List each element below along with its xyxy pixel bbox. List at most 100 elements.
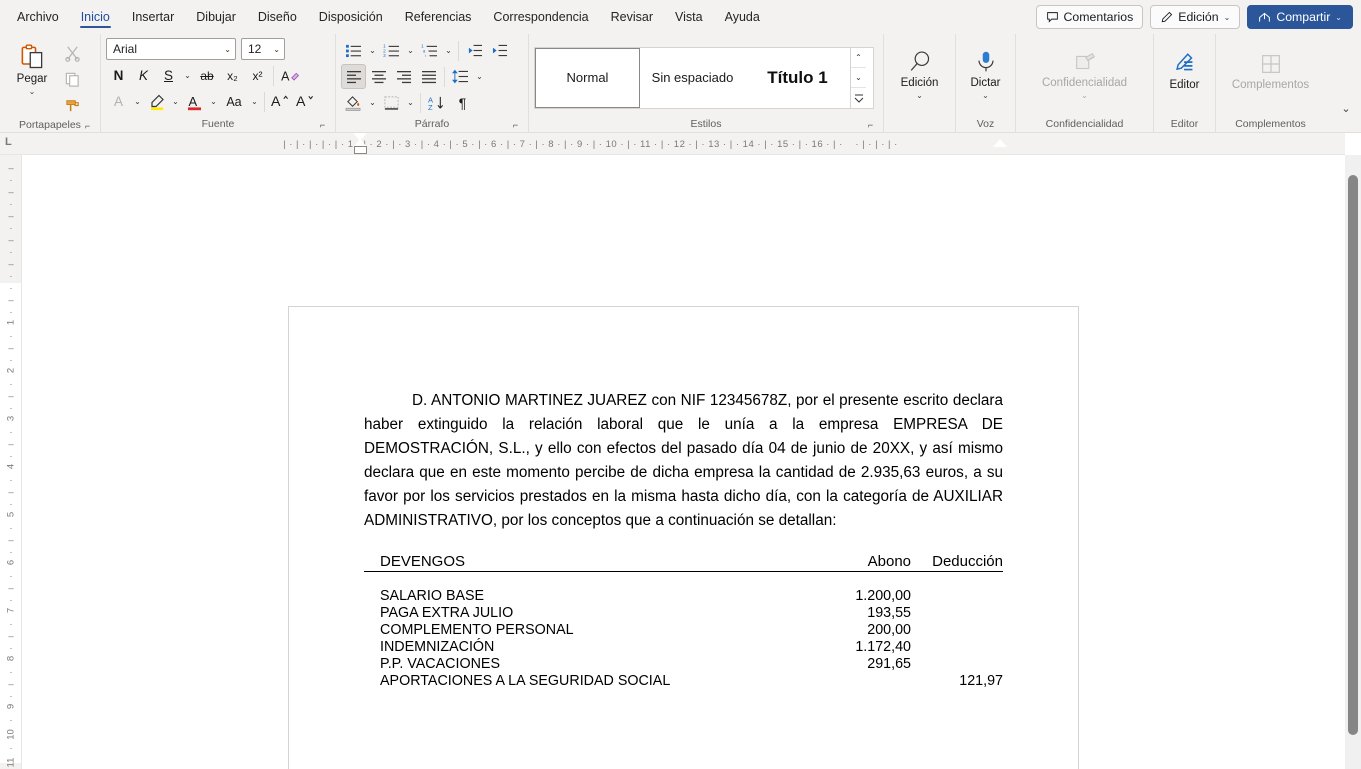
addins-button[interactable]: Complementos xyxy=(1221,48,1320,92)
bold-button[interactable]: N xyxy=(106,63,131,88)
justify-button[interactable] xyxy=(416,64,441,89)
tab-dibujar[interactable]: Dibujar xyxy=(185,5,247,30)
decrease-indent-button[interactable] xyxy=(462,38,487,63)
align-right-button[interactable] xyxy=(391,64,416,89)
tab-disposicion[interactable]: Disposición xyxy=(308,5,394,30)
chevron-down-icon: ⌄ xyxy=(1223,12,1231,22)
shrink-font-button[interactable]: A xyxy=(293,89,318,114)
left-indent-marker[interactable] xyxy=(354,146,367,154)
numbering-chevron-down-icon[interactable]: ⌄ xyxy=(404,38,417,63)
align-center-button[interactable] xyxy=(366,64,391,89)
font-color-chevron-down-icon[interactable]: ⌄ xyxy=(207,89,220,114)
superscript-button[interactable]: x² xyxy=(245,63,270,88)
sensitivity-button[interactable]: Confidencialidad ⌄ xyxy=(1021,46,1148,100)
bullets-chevron-down-icon[interactable]: ⌄ xyxy=(366,38,379,63)
tab-vista[interactable]: Vista xyxy=(664,5,714,30)
table-row[interactable]: APORTACIONES A LA SEGURIDAD SOCIAL 121,9… xyxy=(364,673,1003,690)
line-spacing-chevron-down-icon[interactable]: ⌄ xyxy=(473,64,486,89)
editing-group-label xyxy=(889,117,950,132)
paragraph-dialog-launcher-icon[interactable]: ⌐ xyxy=(510,120,521,131)
text-effects-chevron-down-icon[interactable]: ⌄ xyxy=(131,89,144,114)
style-sin-espaciado[interactable]: Sin espaciado xyxy=(640,47,745,108)
dictate-button[interactable]: Dictar ⌄ xyxy=(961,46,1010,100)
increase-indent-button[interactable] xyxy=(487,38,512,63)
editor-button[interactable]: Editor xyxy=(1159,48,1210,92)
sort-az-icon: AZ xyxy=(428,95,446,111)
styles-scroll-up-button[interactable]: ⌃ xyxy=(851,48,866,68)
shading-button[interactable] xyxy=(341,90,366,115)
document-body[interactable]: D. ANTONIO MARTINEZ JUAREZ con NIF 12345… xyxy=(289,307,1078,769)
bullets-button[interactable] xyxy=(341,38,366,63)
horizontal-ruler[interactable]: L | · | · | · | · | · 1 · | · 2 · | · 3 … xyxy=(0,133,1345,155)
highlight-chevron-down-icon[interactable]: ⌄ xyxy=(169,89,182,114)
highlight-color-button[interactable] xyxy=(144,89,169,114)
italic-button[interactable]: K xyxy=(131,63,156,88)
clear-formatting-button[interactable]: A xyxy=(277,63,303,88)
table-row[interactable]: INDEMNIZACIÓN 1.172,40 xyxy=(364,639,1003,656)
sort-button[interactable]: AZ xyxy=(424,90,450,115)
concepts-table-body: SALARIO BASE 1.200,00 PAGA EXTRA JULIO 1… xyxy=(364,588,1003,690)
copy-button[interactable] xyxy=(59,66,85,92)
table-row[interactable]: PAGA EXTRA JULIO 193,55 xyxy=(364,605,1003,622)
document-paragraph-1[interactable]: D. ANTONIO MARTINEZ JUAREZ con NIF 12345… xyxy=(364,389,1003,533)
format-painter-button[interactable] xyxy=(59,92,85,118)
collapse-ribbon-button[interactable]: ⌄ xyxy=(1337,100,1355,118)
underline-options-chevron-down-icon[interactable]: ⌄ xyxy=(181,63,194,88)
microphone-icon xyxy=(973,49,999,75)
cut-button[interactable] xyxy=(59,40,85,66)
paste-button[interactable]: Pegar ⌄ xyxy=(5,40,59,96)
table-row[interactable]: COMPLEMENTO PERSONAL 200,00 xyxy=(364,622,1003,639)
editing-find-button[interactable]: Edición ⌄ xyxy=(893,46,947,100)
align-left-button[interactable] xyxy=(341,64,366,89)
tab-revisar[interactable]: Revisar xyxy=(600,5,664,30)
grow-font-button[interactable]: A xyxy=(268,89,293,114)
tab-stop-selector-icon[interactable]: L xyxy=(5,137,12,148)
editing-mode-button[interactable]: Edición ⌄ xyxy=(1150,5,1241,29)
strikethrough-button[interactable]: ab xyxy=(194,63,220,88)
comments-label: Comentarios xyxy=(1063,10,1134,24)
document-page[interactable]: D. ANTONIO MARTINEZ JUAREZ con NIF 12345… xyxy=(288,306,1079,769)
show-formatting-marks-button[interactable]: ¶ xyxy=(450,90,475,115)
numbering-button[interactable]: 123 xyxy=(379,38,404,63)
change-case-button[interactable]: Aa xyxy=(220,89,248,114)
font-color-button[interactable]: A xyxy=(182,89,207,114)
line-spacing-button[interactable] xyxy=(448,64,473,89)
tab-correspondencia[interactable]: Correspondencia xyxy=(482,5,599,30)
shading-chevron-down-icon[interactable]: ⌄ xyxy=(366,90,379,115)
table-row[interactable]: P.P. VACACIONES 291,65 xyxy=(364,656,1003,673)
borders-chevron-down-icon[interactable]: ⌄ xyxy=(404,90,417,115)
font-size-combobox[interactable]: 12 ⌄ xyxy=(241,38,285,60)
vertical-scrollbar[interactable] xyxy=(1345,155,1361,769)
styles-dialog-launcher-icon[interactable]: ⌐ xyxy=(865,120,876,131)
multilevel-list-button[interactable]: 1ai xyxy=(417,38,442,63)
row-abono: 291,65 xyxy=(867,656,911,672)
vertical-scrollbar-thumb[interactable] xyxy=(1348,175,1358,735)
font-name-combobox[interactable]: Arial ⌄ xyxy=(106,38,236,60)
change-case-chevron-down-icon[interactable]: ⌄ xyxy=(248,89,261,114)
share-button[interactable]: Compartir ⌄ xyxy=(1247,5,1353,29)
underline-button[interactable]: S xyxy=(156,63,181,88)
tab-diseno[interactable]: Diseño xyxy=(247,5,308,30)
clipboard-dialog-launcher-icon[interactable]: ⌐ xyxy=(82,121,93,132)
tab-referencias[interactable]: Referencias xyxy=(394,5,483,30)
tab-insertar[interactable]: Insertar xyxy=(121,5,185,30)
chevron-down-icon: ⌄ xyxy=(916,91,923,100)
styles-more-button[interactable] xyxy=(851,88,866,107)
ruler-tick-marks: · | · · | · | · | · xyxy=(823,138,898,150)
multilevel-chevron-down-icon[interactable]: ⌄ xyxy=(442,38,455,63)
style-titulo-1[interactable]: Título 1 xyxy=(745,47,850,108)
styles-scroll-down-button[interactable]: ⌄ xyxy=(851,68,866,89)
borders-button[interactable] xyxy=(379,90,404,115)
tab-archivo[interactable]: Archivo xyxy=(6,5,70,30)
table-row[interactable]: SALARIO BASE 1.200,00 xyxy=(364,588,1003,605)
style-normal[interactable]: Normal xyxy=(535,47,640,108)
right-indent-marker[interactable] xyxy=(993,139,1007,147)
comments-button[interactable]: Comentarios xyxy=(1035,5,1144,29)
tab-ayuda[interactable]: Ayuda xyxy=(714,5,771,30)
vertical-ruler[interactable]: – · – · – · – · – · · – · 1 · – · 2 · – … xyxy=(0,155,22,769)
text-effects-button[interactable]: A xyxy=(106,89,131,114)
subscript-button[interactable]: x₂ xyxy=(220,63,245,88)
font-dialog-launcher-icon[interactable]: ⌐ xyxy=(317,120,328,131)
tab-inicio[interactable]: Inicio xyxy=(70,5,121,30)
chevron-down-icon: ⌄ xyxy=(224,44,231,54)
